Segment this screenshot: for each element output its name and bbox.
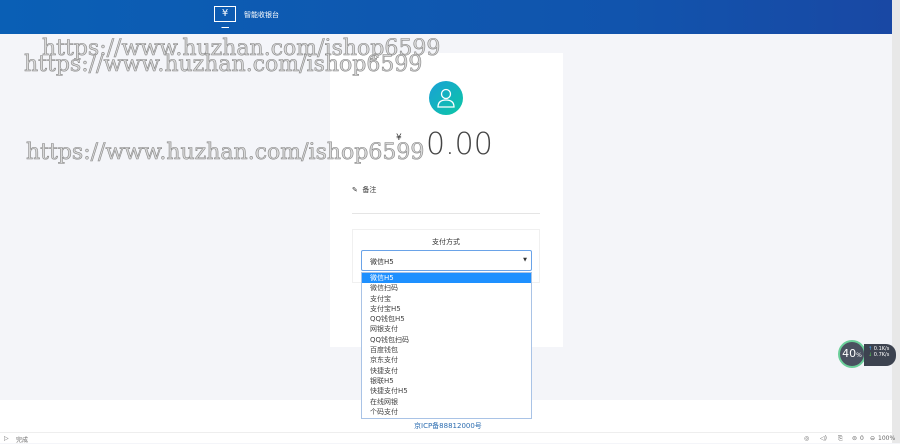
watermark: https://www.huzhan.com/ishop6599 — [26, 140, 425, 166]
yen-monitor-icon: ¥ — [214, 6, 236, 28]
amount-display[interactable]: 0.00 — [426, 127, 493, 162]
option[interactable]: 支付宝H5 — [362, 304, 531, 314]
select-value: 微信H5 — [370, 258, 394, 266]
window-icon[interactable]: ⎘ — [838, 435, 843, 443]
option[interactable]: 在线网银 — [362, 397, 531, 407]
header: ¥ 智能收银台 — [0, 0, 892, 34]
option[interactable]: 微信H5 — [362, 273, 531, 284]
play-icon[interactable]: ▷ — [4, 435, 9, 442]
option[interactable]: 快捷支付H5 — [362, 386, 531, 396]
option[interactable]: 快捷支付 — [362, 366, 531, 376]
download-speed: 0.7 — [873, 352, 882, 358]
app-title: 智能收银台 — [244, 11, 279, 19]
pay-method-dropdown: 微信H5 微信扫码 支付宝 支付宝H5 QQ钱包H5 网银支付 QQ钱包扫码 百… — [361, 272, 532, 419]
pay-method-label: 支付方式 — [432, 238, 460, 246]
option[interactable]: QQ钱包扫码 — [362, 335, 531, 345]
icp-link[interactable]: 京ICP备88812000号 — [414, 421, 482, 431]
status-bar: ▷ 完成 ◎ ◁) ⎘ ⊜ 0 ⊖ 100% — [0, 432, 895, 444]
option[interactable]: 银联H5 — [362, 376, 531, 386]
option[interactable]: 网银支付 — [362, 324, 531, 334]
pay-method-select[interactable]: 微信H5 ▼ — [361, 250, 532, 271]
download-icon[interactable]: ⊜ — [852, 435, 857, 442]
divider — [352, 213, 540, 214]
option[interactable]: 微信扫码 — [362, 283, 531, 293]
chevron-down-icon: ▼ — [523, 257, 527, 263]
scrollbar[interactable] — [892, 0, 900, 443]
option[interactable]: 京东支付 — [362, 355, 531, 365]
network-speed: ↑ 0.1K/s ↓ 0.7K/s — [864, 344, 896, 366]
pencil-icon: ✎ — [352, 186, 358, 194]
cpu-unit: % — [856, 352, 862, 359]
option[interactable]: 个码支付 — [362, 407, 531, 417]
download-count: 0 — [860, 435, 864, 442]
watermark: https://www.huzhan.com/ishop6599 — [24, 52, 423, 78]
speaker-icon[interactable]: ◁) — [820, 435, 827, 442]
cpu-gauge[interactable]: 40% — [838, 340, 866, 368]
speed-unit: K/s — [881, 352, 890, 358]
cpu-value: 40 — [842, 347, 857, 360]
note-label: 备注 — [362, 186, 377, 194]
zoom-icon[interactable]: ⊖ — [870, 435, 875, 442]
user-avatar-icon — [429, 81, 463, 115]
option[interactable]: QQ钱包H5 — [362, 314, 531, 324]
zoom-level[interactable]: 100% — [878, 435, 895, 442]
option[interactable]: 百度钱包 — [362, 345, 531, 355]
note-button[interactable]: ✎ 备注 — [352, 185, 376, 195]
option[interactable]: 支付宝 — [362, 294, 531, 304]
shield-icon[interactable]: ◎ — [804, 435, 809, 442]
